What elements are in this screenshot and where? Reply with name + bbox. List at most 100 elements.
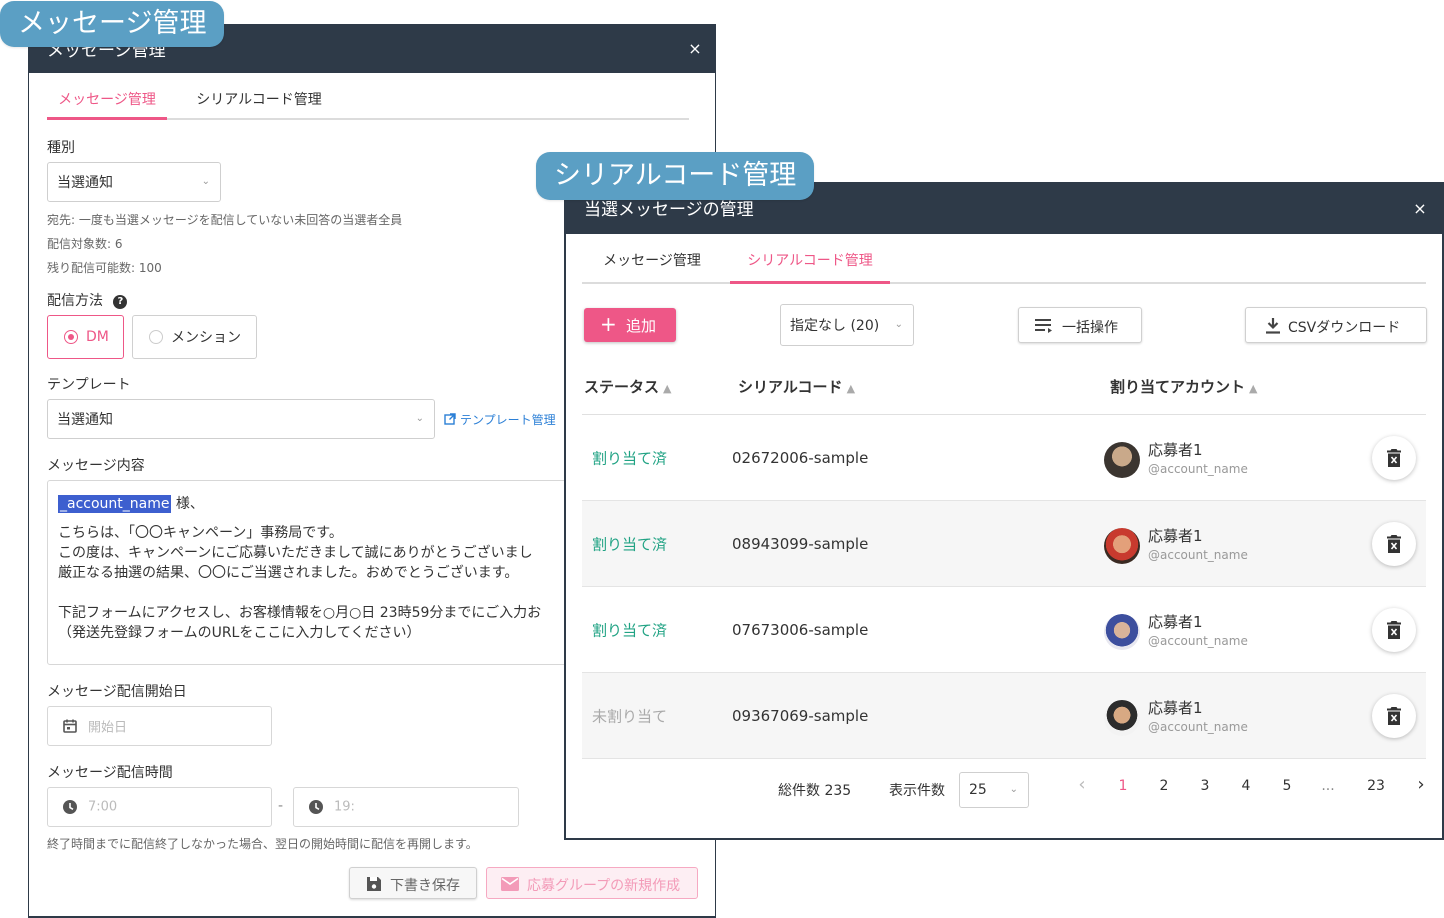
template-select[interactable]: 当選通知 ⌄ <box>47 399 435 439</box>
column-serial-code[interactable]: シリアルコード ▲︎ <box>738 376 855 397</box>
trash-icon <box>1387 449 1401 467</box>
bulk-action-button[interactable]: 一括操作 <box>1018 307 1142 343</box>
method-mention-radio[interactable]: メンション <box>132 315 257 359</box>
serial-code: 07673006-sample <box>732 620 869 639</box>
column-assigned-account[interactable]: 割り当てアカウント ▲︎ <box>1110 376 1257 397</box>
tab-serial-code-management[interactable]: シリアルコード管理 <box>730 250 890 270</box>
table-row[interactable]: 割り当て済 08943099-sample 応募者1 @account_name <box>582 501 1426 587</box>
end-time-input[interactable]: 19: <box>293 787 519 827</box>
start-date-input[interactable]: 開始日 <box>47 706 272 746</box>
delete-button[interactable] <box>1372 694 1416 738</box>
end-time-value: 19: <box>334 799 355 815</box>
delete-button[interactable] <box>1372 522 1416 566</box>
table-row[interactable]: 割り当て済 02672006-sample 応募者1 @account_name <box>582 415 1426 501</box>
page-5[interactable]: 5 <box>1277 778 1297 794</box>
save-draft-button[interactable]: 下書き保存 <box>349 867 477 899</box>
serial-code: 08943099-sample <box>732 534 869 553</box>
page-2[interactable]: 2 <box>1154 778 1174 794</box>
tab-divider <box>582 282 1426 284</box>
column-status-label: ステータス <box>584 378 660 396</box>
table-row[interactable]: 割り当て済 07673006-sample 応募者1 @account_name <box>582 587 1426 673</box>
template-management-link-label: テンプレート管理 <box>460 413 556 427</box>
account-display-name: 応募者1 <box>1148 527 1203 545</box>
bulk-action-label: 一括操作 <box>1062 320 1118 336</box>
tab-message-management[interactable]: メッセージ管理 <box>47 89 167 109</box>
account-handle: @account_name <box>1148 548 1248 562</box>
content-line-1: _account_name 様、 <box>58 493 204 513</box>
sort-icon: ▲︎ <box>846 382 856 395</box>
avatar <box>1104 528 1140 564</box>
trash-icon <box>1387 535 1401 553</box>
chevron-down-icon: ⌄ <box>201 175 210 187</box>
filter-select[interactable]: 指定なし (20) ⌄ <box>780 304 914 346</box>
start-time-input[interactable]: 7:00 <box>47 787 272 827</box>
trash-icon <box>1387 707 1401 725</box>
per-page-select[interactable]: 25 ⌄ <box>959 772 1029 808</box>
active-tab-indicator <box>47 117 167 120</box>
content-line-3: この度は、キャンペーンにご応募いただきまして誠にありがとうございまし <box>58 545 533 561</box>
external-link-icon <box>444 413 456 425</box>
account-handle: @account_name <box>1148 720 1248 734</box>
method-label: 配信方法 ? <box>47 290 128 310</box>
start-time-value: 7:00 <box>88 799 118 815</box>
account-handle: @account_name <box>1148 462 1248 476</box>
add-button[interactable]: + 追加 <box>584 308 676 342</box>
account-display-name: 応募者1 <box>1148 441 1203 459</box>
template-management-link[interactable]: テンプレート管理 <box>444 411 556 428</box>
table-row[interactable]: 未割り当て 09367069-sample 応募者1 @account_name <box>582 673 1426 759</box>
account-display-name: 応募者1 <box>1148 613 1203 631</box>
prev-page-icon[interactable]: ‹ <box>1072 774 1092 795</box>
status-text: 未割り当て <box>592 707 668 725</box>
chevron-down-icon: ⌄ <box>415 412 424 424</box>
csv-download-button[interactable]: CSVダウンロード <box>1245 307 1427 343</box>
column-status[interactable]: ステータス ▲︎ <box>584 376 671 397</box>
delete-button[interactable] <box>1372 436 1416 480</box>
type-label: 種別 <box>47 140 75 156</box>
type-select[interactable]: 当選通知 ⌄ <box>47 162 221 202</box>
tab-message-management[interactable]: メッセージ管理 <box>582 250 722 270</box>
type-select-value: 当選通知 <box>57 175 113 191</box>
content-line-2: こちらは、「〇〇キャンペーン」事務局です。 <box>58 525 343 541</box>
method-mention-label: メンション <box>171 330 241 346</box>
account-display-name: 応募者1 <box>1148 699 1203 717</box>
page-23[interactable]: 23 <box>1366 778 1386 794</box>
delete-button[interactable] <box>1372 608 1416 652</box>
page-1[interactable]: 1 <box>1113 778 1133 794</box>
create-group-label: 応募グループの新規作成 <box>527 878 681 894</box>
avatar <box>1104 700 1140 736</box>
radio-dot <box>149 330 163 344</box>
page-3[interactable]: 3 <box>1195 778 1215 794</box>
create-group-button[interactable]: 応募グループの新規作成 <box>486 867 698 899</box>
callout-message-management: メッセージ管理 <box>0 1 225 47</box>
tab-serial-code-management[interactable]: シリアルコード管理 <box>187 89 331 109</box>
trash-icon <box>1387 621 1401 639</box>
close-icon[interactable]: × <box>685 39 705 59</box>
page-4[interactable]: 4 <box>1236 778 1256 794</box>
close-icon[interactable]: × <box>1410 199 1430 219</box>
chevron-down-icon: ⌄ <box>894 318 903 330</box>
avatar <box>1104 614 1140 650</box>
sort-icon: ▲︎ <box>1249 382 1258 395</box>
serial-code: 09367069-sample <box>732 706 869 725</box>
account-name-token: _account_name <box>58 495 172 513</box>
time-separator: - <box>278 798 284 814</box>
chevron-down-icon: ⌄ <box>1009 783 1018 795</box>
help-icon[interactable]: ? <box>113 295 128 309</box>
start-date-label: メッセージ配信開始日 <box>47 684 187 700</box>
list-icon <box>1035 319 1052 333</box>
page-ellipsis: ... <box>1321 778 1335 794</box>
content-label: メッセージ内容 <box>47 458 145 474</box>
serial-code-window: 当選メッセージの管理 × メッセージ管理 シリアルコード管理 + 追加 指定なし… <box>564 182 1444 840</box>
method-dm-radio[interactable]: DM <box>47 315 124 359</box>
content-line-5: 下記フォームにアクセスし、お客様情報を○月○日 23時59分までにご入力お <box>58 605 542 621</box>
start-date-placeholder: 開始日 <box>88 720 128 736</box>
status-text: 割り当て済 <box>592 535 668 553</box>
column-assigned-account-label: 割り当てアカウント <box>1110 378 1246 396</box>
next-page-icon[interactable]: › <box>1411 774 1431 795</box>
content-line-4: 厳正なる抽選の結果、〇〇にご当選されました。おめでとうございます。 <box>58 565 519 581</box>
save-draft-label: 下書き保存 <box>390 878 460 894</box>
total-count: 総件数 235 <box>778 783 852 799</box>
csv-download-label: CSVダウンロード <box>1288 320 1401 336</box>
target-count: 配信対象数: 6 <box>47 237 123 251</box>
remaining-count: 残り配信可能数: 100 <box>47 261 162 275</box>
